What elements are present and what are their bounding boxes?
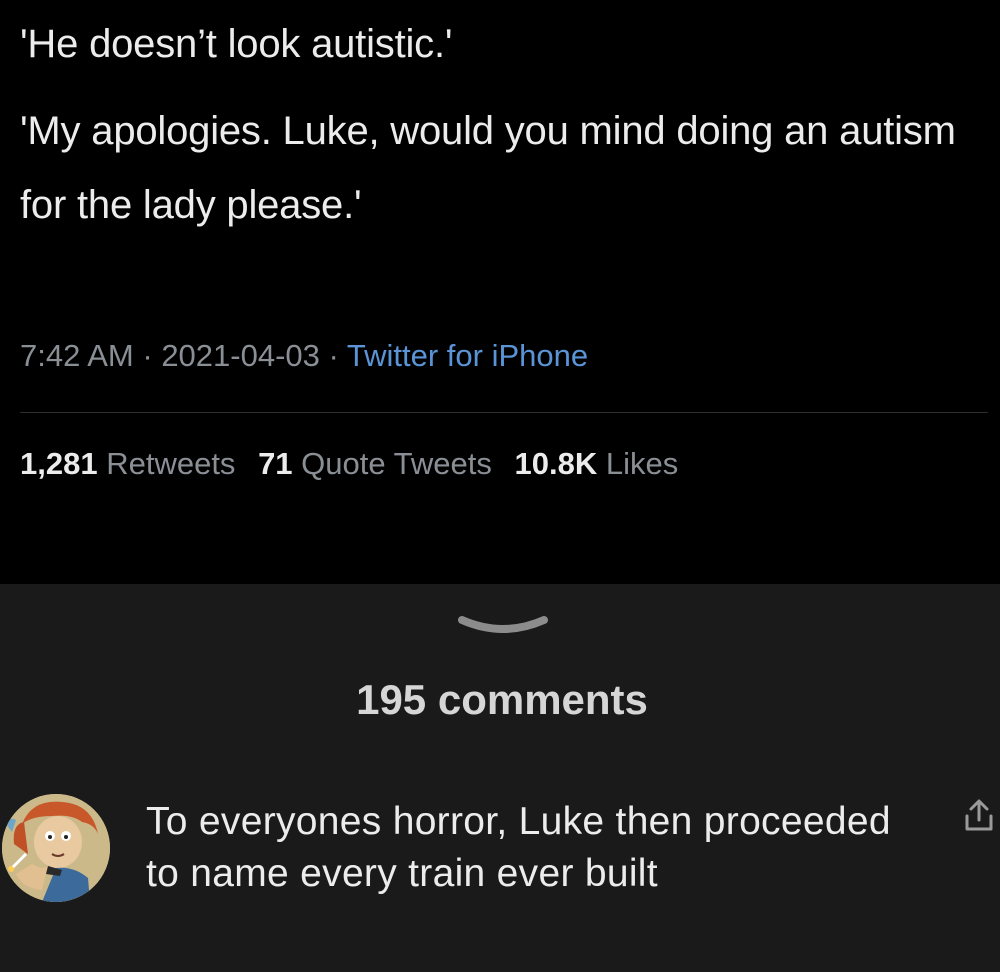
tweet-source-link[interactable]: Twitter for iPhone [347,338,588,373]
tweet-card: 'He doesn’t look autistic.' 'My apologie… [0,0,1000,584]
quote-tweets-stat[interactable]: 71 Quote Tweets [258,446,492,481]
retweets-count: 1,281 [20,446,98,481]
divider [20,412,988,413]
share-icon[interactable] [962,798,996,834]
likes-label: Likes [605,446,679,481]
chevron-down-icon[interactable] [458,612,548,636]
quote-tweets-count: 71 [258,446,293,481]
tweet-text-line-1: 'He doesn’t look autistic.' [20,22,453,66]
comments-sheet: 195 comments To everyones horror, Luke t… [0,584,1000,972]
tweet-time: 7:42 AM [20,338,134,373]
retweets-stat[interactable]: 1,281 Retweets [20,446,235,481]
quote-tweets-label: Quote Tweets [301,446,492,481]
tweet-stats: 1,281 Retweets 71 Quote Tweets 10.8K Lik… [20,446,692,482]
tweet-meta: 7:42 AM · 2021-04-03 · Twitter for iPhon… [20,338,588,374]
comment-text: To everyones horror, Luke then proceeded… [146,800,891,895]
cartoon-avatar-icon[interactable] [2,794,110,902]
tweet-text: 'He doesn’t look autistic.' 'My apologie… [20,22,980,242]
meta-separator: · [319,338,347,373]
comments-count: 195 comments [356,676,648,723]
meta-separator: · [133,338,162,373]
likes-stat[interactable]: 10.8K Likes [515,446,679,481]
tweet-text-line-2: 'My apologies. Luke, would you mind doin… [20,109,956,227]
likes-count: 10.8K [514,446,598,481]
tweet-date: 2021-04-03 [161,338,320,373]
retweets-label: Retweets [106,446,236,481]
